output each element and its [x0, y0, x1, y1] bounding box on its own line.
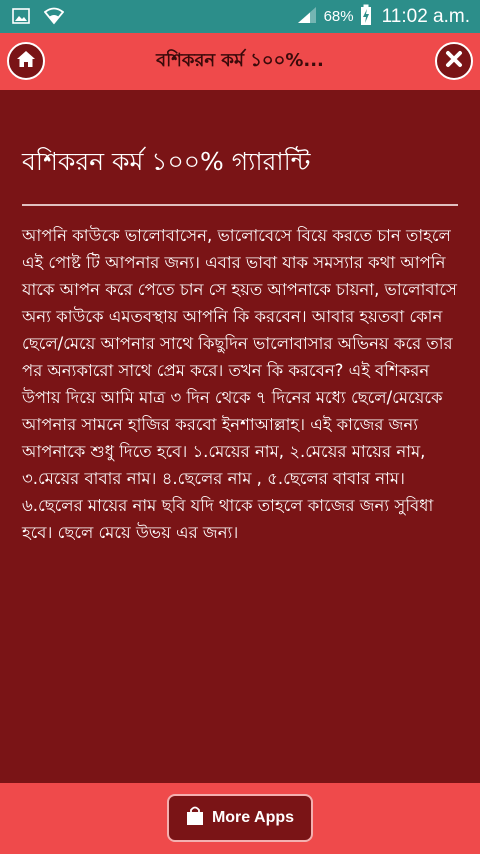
- wifi-icon: [43, 7, 65, 29]
- signal-icon: [296, 5, 318, 29]
- article-body: আপনি কাউকে ভালোবাসেন, ভালোবেসে বিয়ে করত…: [22, 226, 457, 542]
- status-bar: 68% 11:02 a.m.: [0, 0, 480, 33]
- close-button[interactable]: [435, 42, 473, 80]
- close-icon: [445, 50, 463, 72]
- article-title: বশিকরন কর্ম ১০০% গ্যারান্টি: [22, 147, 311, 176]
- more-apps-button[interactable]: More Apps: [167, 794, 313, 842]
- status-left-icons: [12, 7, 65, 29]
- home-icon: [16, 50, 36, 72]
- app-bar: বশিকরন কর্ম ১০০%...: [0, 33, 480, 90]
- status-right: 68% 11:02 a.m.: [296, 0, 470, 33]
- battery-charging-icon: [360, 4, 372, 30]
- app-title: বশিকরন কর্ম ১০০%...: [156, 50, 324, 71]
- more-apps-label: More Apps: [211, 809, 295, 826]
- status-time: 11:02 a.m.: [381, 5, 470, 27]
- bottom-bar: More Apps: [0, 783, 480, 854]
- image-icon: [12, 7, 30, 29]
- title-divider: [22, 204, 458, 206]
- shopping-bag-icon: [186, 806, 204, 831]
- article-content: বশিকরন কর্ম ১০০% গ্যারান্টি আপনি কাউকে ভ…: [22, 90, 462, 563]
- battery-percent: 68%: [323, 8, 354, 25]
- home-button[interactable]: [7, 42, 45, 80]
